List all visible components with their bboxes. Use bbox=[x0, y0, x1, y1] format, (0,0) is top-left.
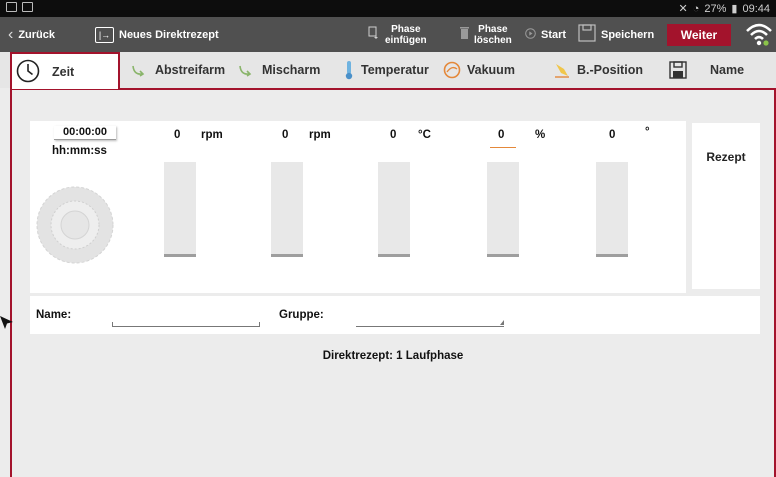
group-select[interactable] bbox=[356, 321, 504, 327]
tab-label: Name bbox=[710, 63, 745, 77]
temperature-value[interactable]: 0 bbox=[390, 129, 396, 141]
tab-mischarm[interactable]: Mischarm bbox=[238, 52, 320, 88]
tab-label: Zeit bbox=[52, 64, 75, 79]
time-input[interactable]: 00:00:00 bbox=[54, 126, 116, 140]
insert-phase-icon bbox=[368, 26, 380, 43]
tab-name[interactable]: Name bbox=[669, 52, 744, 88]
wifi-connection-icon bbox=[746, 23, 772, 46]
app-toolbar: ‹ Zurück |→ Neues Direktrezept Phase einf… bbox=[0, 17, 776, 52]
parameter-tab-bar: Zeit Abstreifarm Mischarm Temperatur Vak… bbox=[0, 52, 776, 89]
position-unit: ° bbox=[645, 126, 650, 138]
tab-label: Mischarm bbox=[262, 63, 321, 77]
mute-icon: ✕ bbox=[678, 3, 688, 15]
tab-label: Temperatur bbox=[361, 63, 429, 77]
scraper-arm-icon bbox=[132, 65, 145, 77]
clock-icon bbox=[16, 59, 40, 83]
dropdown-corner-icon bbox=[500, 320, 504, 325]
rezept-button[interactable]: Rezept bbox=[692, 123, 760, 289]
image-notification-icon bbox=[22, 2, 33, 12]
back-label: Zurück bbox=[18, 28, 56, 41]
new-recipe-title: |→ Neues Direktrezept bbox=[95, 17, 219, 52]
save-icon bbox=[578, 24, 596, 45]
scraper-speed-value[interactable]: 0 bbox=[174, 129, 180, 141]
start-label: Start bbox=[541, 28, 567, 41]
screenshot-notification-icon bbox=[6, 2, 17, 12]
status-bar: ✕ ◔ 27% ▮ 09:44 bbox=[0, 0, 776, 17]
next-button[interactable]: Weiter bbox=[667, 24, 731, 46]
save-icon bbox=[669, 61, 687, 79]
tab-label: Vakuum bbox=[467, 63, 515, 77]
chevron-left-icon: ‹ bbox=[8, 25, 14, 43]
vacuum-gauge-icon bbox=[443, 61, 461, 79]
insert-phase-line2: einfügen bbox=[385, 34, 427, 46]
mixer-speed-value[interactable]: 0 bbox=[282, 129, 288, 141]
tab-b-position[interactable]: B.-Position bbox=[553, 52, 643, 88]
thermometer-icon bbox=[345, 61, 353, 80]
battery-icon: ▮ bbox=[731, 3, 738, 15]
position-slider[interactable] bbox=[596, 162, 628, 257]
signal-icon: ◔ bbox=[692, 2, 700, 15]
delete-phase-line1: Phase bbox=[478, 23, 508, 35]
phase-editor-area: 00:00:00 hh:mm:ss 0 rpm 0 rpm 0 °C 0 % 0… bbox=[10, 88, 776, 477]
tab-label: B.-Position bbox=[577, 63, 643, 77]
start-button[interactable]: Start bbox=[525, 17, 566, 52]
group-label: Gruppe: bbox=[279, 309, 324, 321]
delete-phase-line2: löschen bbox=[474, 34, 512, 46]
clock: 09:44 bbox=[742, 2, 770, 15]
new-recipe-label: Neues Direktrezept bbox=[119, 28, 219, 41]
name-label: Name: bbox=[36, 309, 72, 321]
mixer-speed-unit: rpm bbox=[309, 129, 331, 141]
tab-zeit[interactable]: Zeit bbox=[10, 52, 120, 89]
temperature-unit: °C bbox=[418, 129, 431, 141]
save-label: Speichern bbox=[601, 28, 655, 41]
mouse-pointer-icon bbox=[0, 316, 13, 329]
back-button[interactable]: ‹ Zurück bbox=[8, 17, 55, 52]
scraper-speed-unit: rpm bbox=[201, 129, 223, 141]
position-icon bbox=[555, 64, 569, 78]
name-group-row: Name: Gruppe: bbox=[30, 296, 760, 334]
tab-abstreifarm[interactable]: Abstreifarm bbox=[131, 52, 225, 88]
vacuum-slider[interactable] bbox=[487, 162, 519, 257]
time-unit-label: hh:mm:ss bbox=[52, 145, 107, 157]
tab-vakuum[interactable]: Vakuum bbox=[443, 52, 515, 88]
tab-temperatur[interactable]: Temperatur bbox=[343, 52, 429, 88]
save-button[interactable]: Speichern bbox=[578, 17, 654, 52]
tab-label: Abstreifarm bbox=[155, 63, 226, 77]
trash-icon bbox=[460, 27, 469, 42]
new-recipe-icon: |→ bbox=[95, 26, 114, 43]
name-input[interactable] bbox=[112, 322, 260, 327]
insert-phase-button[interactable]: Phase einfügen bbox=[368, 17, 427, 52]
play-icon bbox=[525, 27, 536, 42]
phase-summary: Direktrezept: 1 Laufphase bbox=[322, 350, 464, 362]
delete-phase-button[interactable]: Phase löschen bbox=[460, 17, 512, 52]
vacuum-unit: % bbox=[535, 129, 546, 141]
time-dial[interactable] bbox=[35, 185, 115, 265]
mixer-speed-slider[interactable] bbox=[271, 162, 303, 257]
mixing-arm-icon bbox=[239, 65, 252, 77]
temperature-slider[interactable] bbox=[378, 162, 410, 257]
scraper-speed-slider[interactable] bbox=[164, 162, 196, 257]
insert-phase-line1: Phase bbox=[391, 23, 421, 35]
phase-card: 00:00:00 hh:mm:ss 0 rpm 0 rpm 0 °C 0 % 0… bbox=[30, 121, 686, 293]
position-value[interactable]: 0 bbox=[609, 129, 615, 141]
vacuum-input-underline bbox=[490, 147, 516, 148]
battery-percent: 27% bbox=[704, 2, 727, 15]
vacuum-value[interactable]: 0 bbox=[498, 129, 504, 141]
